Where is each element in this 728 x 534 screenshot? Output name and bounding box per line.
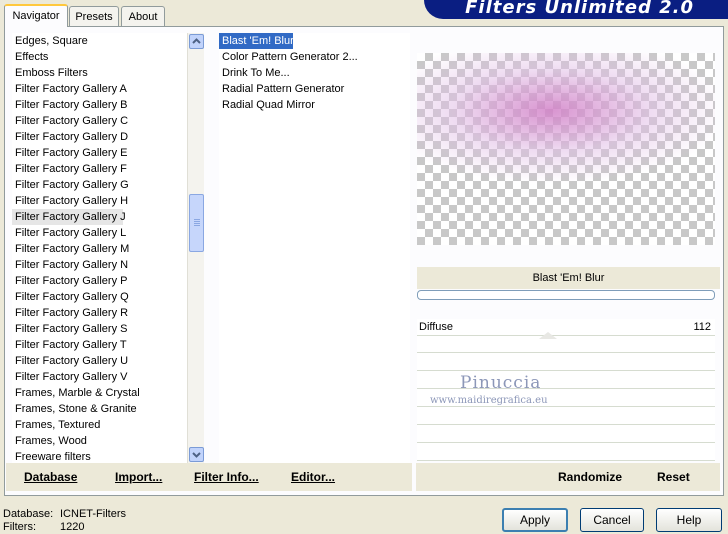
- category-item[interactable]: Filter Factory Gallery M: [12, 241, 129, 257]
- category-item[interactable]: Filter Factory Gallery L: [12, 225, 126, 241]
- category-item[interactable]: Filter Factory Gallery F: [12, 161, 127, 177]
- chevron-up-icon: [192, 38, 201, 44]
- category-item[interactable]: Filter Factory Gallery D: [12, 129, 128, 145]
- chevron-down-icon: [192, 452, 201, 458]
- randomize-button[interactable]: Randomize: [558, 470, 622, 484]
- parameter-row-empty: [417, 336, 715, 353]
- footer-filters-label: Filters:: [3, 521, 36, 533]
- tab-about[interactable]: About: [121, 6, 165, 26]
- category-item[interactable]: Filter Factory Gallery U: [12, 353, 128, 369]
- category-scrollbar[interactable]: [187, 33, 204, 464]
- category-item[interactable]: Freeware filters: [12, 449, 91, 464]
- import-button[interactable]: Import...: [115, 470, 162, 484]
- category-item[interactable]: Filter Factory Gallery Q: [12, 289, 129, 305]
- filter-list[interactable]: Blast 'Em! Blur Color Pattern Generator 2…: [219, 33, 410, 464]
- category-item[interactable]: Filter Factory Gallery J: [12, 209, 126, 225]
- category-item[interactable]: Filter Factory Gallery P: [12, 273, 127, 289]
- preview-filter-name: Blast 'Em! Blur: [417, 267, 720, 289]
- watermark-name: Pinuccia: [460, 373, 542, 393]
- category-item[interactable]: Filter Factory Gallery S: [12, 321, 127, 337]
- category-item[interactable]: Frames, Stone & Granite: [12, 401, 137, 417]
- category-item[interactable]: Filter Factory Gallery C: [12, 113, 128, 129]
- title-banner: Filters Unlimited 2.0: [424, 0, 728, 19]
- grip-line: [194, 221, 200, 222]
- category-item[interactable]: Filter Factory Gallery V: [12, 369, 127, 385]
- category-item[interactable]: Effects: [12, 49, 48, 65]
- category-item[interactable]: Filter Factory Gallery G: [12, 177, 129, 193]
- parameter-row-empty: [417, 444, 715, 461]
- help-button[interactable]: Help: [656, 508, 722, 532]
- scroll-down-button[interactable]: [189, 447, 204, 462]
- left-toolbar: Database Import... Filter Info... Editor…: [6, 463, 412, 491]
- apply-button[interactable]: Apply: [502, 508, 568, 532]
- filter-item[interactable]: Drink To Me...: [219, 65, 290, 81]
- reset-button[interactable]: Reset: [657, 470, 690, 484]
- scroll-thumb[interactable]: [189, 194, 204, 252]
- category-item[interactable]: Frames, Wood: [12, 433, 87, 449]
- tab-presets[interactable]: Presets: [69, 6, 119, 26]
- tab-navigator[interactable]: Navigator: [4, 4, 68, 27]
- parameter-row-diffuse[interactable]: Diffuse 112: [417, 319, 715, 336]
- progress-bar: [417, 290, 715, 300]
- category-item[interactable]: Filter Factory Gallery A: [12, 81, 127, 97]
- category-item[interactable]: Filter Factory Gallery N: [12, 257, 128, 273]
- footer-database-value: ICNET-Filters: [60, 508, 126, 520]
- category-item[interactable]: Emboss Filters: [12, 65, 88, 81]
- parameter-row-empty: [417, 354, 715, 371]
- grip-line: [194, 225, 200, 226]
- category-item[interactable]: Filter Factory Gallery T: [12, 337, 127, 353]
- grip-line: [194, 223, 200, 224]
- parameter-label: Diffuse: [419, 321, 454, 333]
- filter-item[interactable]: Color Pattern Generator 2...: [219, 49, 358, 65]
- cancel-button[interactable]: Cancel: [580, 508, 644, 532]
- footer-database-label: Database:: [3, 508, 54, 520]
- editor-button[interactable]: Editor...: [291, 470, 335, 484]
- filter-item[interactable]: Radial Quad Mirror: [219, 97, 315, 113]
- grip-line: [194, 219, 200, 220]
- category-list[interactable]: Edges, Square Effects Emboss Filters Filter…: [12, 33, 187, 464]
- scroll-up-button[interactable]: [189, 34, 204, 49]
- preview-blur-effect: [417, 53, 715, 245]
- watermark-url: www.maidiregrafica.eu: [430, 395, 548, 406]
- parameter-row-empty: [417, 426, 715, 443]
- footer-filters-value: 1220: [60, 521, 85, 533]
- category-item[interactable]: Filter Factory Gallery B: [12, 97, 127, 113]
- category-item[interactable]: Filter Factory Gallery H: [12, 193, 128, 209]
- filter-item[interactable]: Radial Pattern Generator: [219, 81, 344, 97]
- database-button[interactable]: Database: [24, 470, 77, 484]
- category-item[interactable]: Frames, Textured: [12, 417, 100, 433]
- category-item[interactable]: Filter Factory Gallery E: [12, 145, 127, 161]
- preview-image: [417, 53, 715, 245]
- category-item[interactable]: Filter Factory Gallery R: [12, 305, 128, 321]
- app-title: Filters Unlimited 2.0: [465, 0, 694, 18]
- category-item[interactable]: Edges, Square: [12, 33, 88, 49]
- parameter-row-empty: [417, 408, 715, 425]
- filter-item[interactable]: Blast 'Em! Blur: [219, 33, 294, 49]
- parameter-value: 112: [693, 321, 711, 333]
- slider-indicator[interactable]: [539, 332, 557, 339]
- filter-info-button[interactable]: Filter Info...: [194, 470, 259, 484]
- category-item[interactable]: Frames, Marble & Crystal: [12, 385, 140, 401]
- right-toolbar: Randomize Reset: [416, 463, 720, 491]
